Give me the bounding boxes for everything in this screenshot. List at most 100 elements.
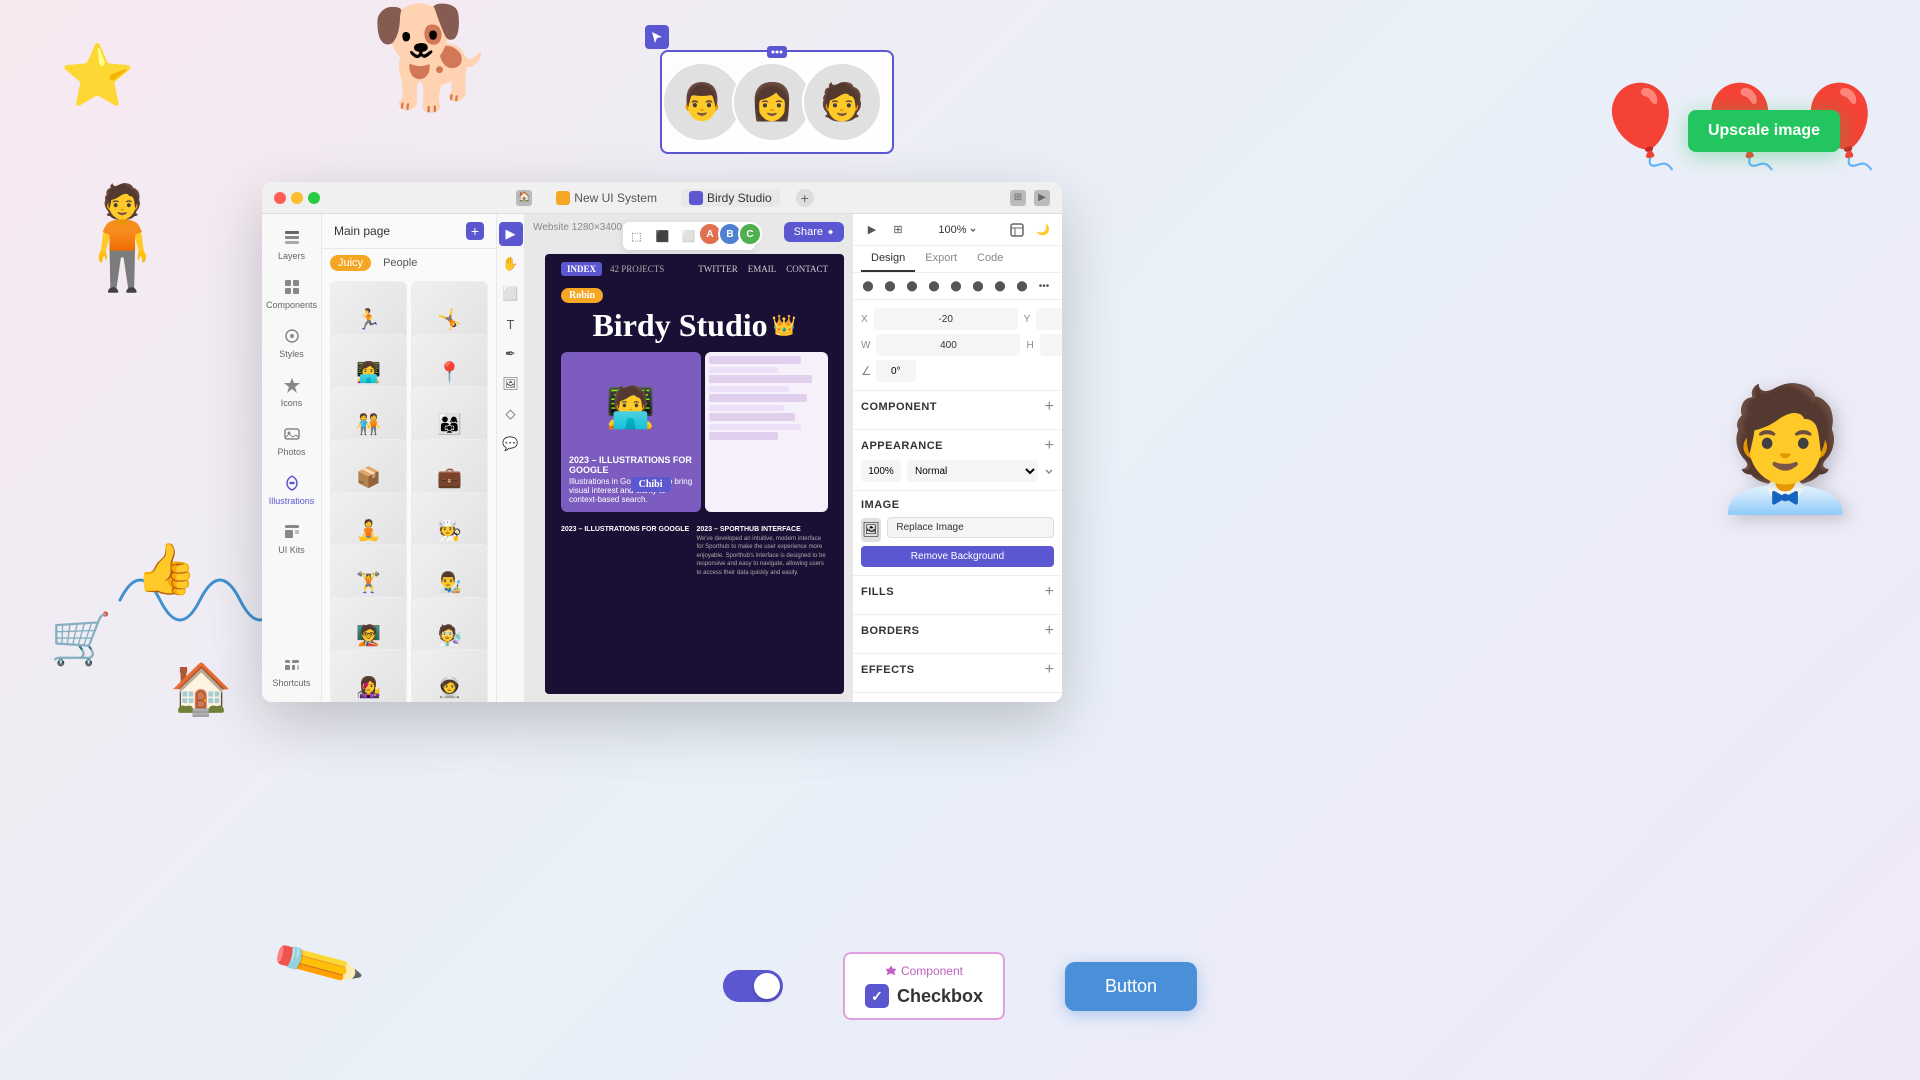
sidebar-item-shortcuts[interactable]: Shortcuts — [268, 649, 316, 694]
sidebar-item-uikits[interactable]: UI Kits — [268, 516, 316, 561]
share-button[interactable]: Share — [784, 222, 844, 242]
view-mode-button[interactable] — [1006, 219, 1028, 241]
rotate-input[interactable] — [876, 360, 916, 382]
panel-add-button[interactable]: + — [466, 222, 484, 240]
effects-section: EFFECTS + — [853, 654, 1062, 693]
remove-background-button[interactable]: Remove Background — [861, 546, 1054, 567]
align-top-btn[interactable]: ⬤ — [925, 277, 943, 295]
left-nav-sidebar: Layers Components Styles Icons — [262, 214, 322, 702]
effects-add-btn[interactable]: + — [1045, 662, 1054, 678]
tab-people[interactable]: People — [375, 255, 425, 271]
fills-add-btn[interactable]: + — [1045, 584, 1054, 600]
tab-code[interactable]: Code — [967, 246, 1013, 272]
tab-birdy-studio[interactable]: Birdy Studio — [681, 189, 780, 207]
image-thumbnail: 🖼 — [861, 518, 881, 542]
transform-section: X Y W H 🔒 ↺ ∠ — [853, 300, 1062, 391]
tab-icon-2 — [689, 191, 703, 205]
shape-tool[interactable]: ◇ — [499, 402, 523, 426]
tab-design[interactable]: Design — [861, 246, 915, 272]
home-icon[interactable]: 🏠 — [516, 190, 532, 206]
align-right-btn[interactable]: ⬤ — [903, 277, 921, 295]
robin-badge: Robin — [561, 288, 603, 303]
play-button[interactable]: ▶ — [861, 219, 883, 241]
tab-new-ui-system[interactable]: New UI System — [548, 189, 665, 207]
play-icon[interactable]: ▶ — [1034, 190, 1050, 206]
blend-mode-select[interactable]: Normal Multiply Screen — [907, 460, 1038, 482]
asset-item-16[interactable]: 🧑‍🚀 — [411, 649, 488, 702]
panel-top-right: 🌙 — [1006, 219, 1054, 241]
card2-title-below: 2023 – SPORTHUB INTERFACE — [697, 526, 829, 533]
tab-juicy[interactable]: Juicy — [330, 255, 371, 271]
y-input[interactable] — [1036, 308, 1062, 330]
sidebar-item-styles[interactable]: Styles — [268, 320, 316, 365]
asset-item-15[interactable]: 👩‍🎤 — [330, 649, 407, 702]
select-tool[interactable]: ▶ — [499, 222, 523, 246]
close-button[interactable] — [274, 192, 286, 204]
opacity-input[interactable] — [861, 460, 901, 482]
align-center-v-btn[interactable]: ⬤ — [947, 277, 965, 295]
comment-tool[interactable]: 💬 — [499, 432, 523, 456]
maximize-button[interactable] — [308, 192, 320, 204]
sidebar-item-illustrations[interactable]: Illustrations — [268, 467, 316, 512]
toggle-switch[interactable] — [723, 970, 783, 1002]
more-options-btn[interactable]: ••• — [1035, 277, 1053, 295]
card-descriptions: 2023 – ILLUSTRATIONS FOR GOOGLE 2023 – S… — [545, 520, 844, 583]
align-left-btn[interactable]: ⬤ — [859, 277, 877, 295]
image-adjust-add-btn[interactable]: + — [1045, 701, 1054, 702]
thumbsup-decoration: 👍 — [135, 540, 197, 599]
component-checkbox-container[interactable]: Component ✓ Checkbox — [843, 952, 1005, 1020]
sidebar-item-layers[interactable]: Layers — [268, 222, 316, 267]
image-adjust-section: IMAGE ADJUST + — [853, 693, 1062, 702]
add-tab-button[interactable]: + — [796, 189, 814, 207]
minimize-button[interactable] — [291, 192, 303, 204]
canvas-area[interactable]: Website 1280×3400 ⬚ ⬛ ⬜ ⊡ ◈ A B C Share — [525, 214, 852, 702]
crown-icon: 👑 — [772, 313, 797, 338]
upscale-image-button[interactable]: Upscale image — [1688, 110, 1840, 152]
checkbox-check-icon: ✓ — [865, 984, 889, 1008]
resize-handle-top[interactable] — [767, 46, 787, 58]
tab-icon-1 — [556, 191, 570, 205]
appearance-add-btn[interactable]: + — [1045, 438, 1054, 454]
align-bottom-btn[interactable]: ⬤ — [969, 277, 987, 295]
align-left-btn[interactable]: ⬚ — [626, 225, 648, 247]
rect-tool[interactable]: ⬜ — [499, 282, 523, 306]
checkbox-element: ✓ Checkbox — [865, 984, 983, 1008]
person-avatar-3: 🧑 — [802, 62, 882, 142]
sidebar-item-photos[interactable]: Photos — [268, 418, 316, 463]
people-avatars-component: 👨 👩 🧑 — [660, 50, 894, 154]
sidebar-item-components[interactable]: Components — [268, 271, 316, 316]
grid-icon[interactable]: ⊞ — [1010, 190, 1026, 206]
component-add-btn[interactable]: + — [1045, 399, 1054, 415]
website-title: Birdy Studio 👑 — [545, 307, 844, 344]
image-tool[interactable]: 🖼 — [499, 372, 523, 396]
shortcuts-icon — [282, 655, 302, 675]
component-cursor[interactable] — [645, 25, 669, 49]
component-label: Component — [885, 964, 963, 978]
text-tool[interactable]: T — [499, 312, 523, 336]
align-center-h-btn[interactable]: ⬤ — [881, 277, 899, 295]
distribute-v-btn[interactable]: ⬤ — [1013, 277, 1031, 295]
borders-add-btn[interactable]: + — [1045, 623, 1054, 639]
sidebar-item-icons[interactable]: Icons — [268, 369, 316, 414]
cart-decoration: 🛒 — [50, 610, 112, 669]
h-input[interactable] — [1040, 334, 1062, 356]
layer-tabs: Juicy People — [322, 249, 496, 277]
dark-mode-button[interactable]: 🌙 — [1032, 219, 1054, 241]
floating-button[interactable]: Button — [1065, 962, 1197, 1011]
pen-tool[interactable]: ✒ — [499, 342, 523, 366]
website-preview: INDEX 42 PROJECTS TWITTER EMAIL CONTACT … — [545, 254, 844, 694]
w-input[interactable] — [876, 334, 1020, 356]
card-google-illustrations: 🧑‍💻 2023 – ILLUSTRATIONS FOR GOOGLE Illu… — [561, 352, 701, 512]
angle-icon: ∠ — [861, 364, 872, 378]
photos-icon — [282, 424, 302, 444]
distribute-h-btn[interactable]: ⬤ — [991, 277, 1009, 295]
grid-view-button[interactable]: ⊞ — [887, 219, 909, 241]
move-tool[interactable]: ✋ — [499, 252, 523, 276]
image-section: IMAGE 🖼 Replace Image Remove Background — [853, 491, 1062, 576]
tab-export[interactable]: Export — [915, 246, 967, 272]
replace-image-button[interactable]: Replace Image — [887, 517, 1054, 538]
align-top-btn[interactable]: ⬜ — [678, 225, 700, 247]
chibi-badge: Chibi — [631, 477, 671, 492]
x-input[interactable] — [874, 308, 1018, 330]
align-center-btn[interactable]: ⬛ — [652, 225, 674, 247]
